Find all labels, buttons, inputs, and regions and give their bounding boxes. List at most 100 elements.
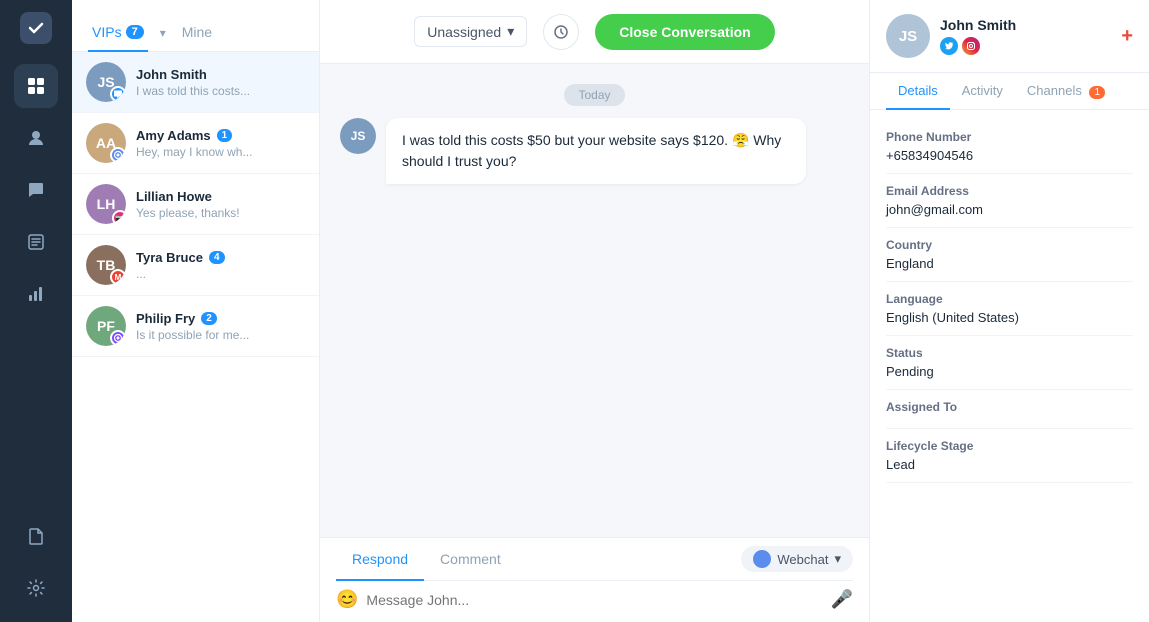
avatar-philip-fry: PF [86, 306, 126, 346]
conv-name: Lillian Howe [136, 189, 212, 204]
channels-badge: 1 [1089, 86, 1105, 99]
avatar-tyra-bruce: TB M [86, 245, 126, 285]
conv-info-philip: Philip Fry 2 Is it possible for me... [136, 311, 305, 342]
field-lifecycle-stage: Lifecycle Stage Lead [886, 429, 1133, 483]
contact-info: John Smith [940, 17, 1111, 55]
avatar-lillian-howe: LH 📷 [86, 184, 126, 224]
conv-info-lillian: Lillian Howe Yes please, thanks! [136, 189, 305, 220]
right-panel-header: JS John Smith + [870, 0, 1149, 73]
unassigned-chevron-icon: ▾ [507, 23, 514, 40]
conv-info-tyra: Tyra Bruce 4 ... [136, 250, 305, 281]
assigned-to-label: Assigned To [886, 400, 1133, 414]
webchat-chevron-icon: ▾ [834, 551, 841, 567]
left-navigation [0, 0, 72, 622]
lifecycle-stage-label: Lifecycle Stage [886, 439, 1133, 453]
conv-info-amy-adams: Amy Adams 1 Hey, may I know wh... [136, 128, 305, 159]
emoji-button[interactable]: 😊 [336, 589, 358, 610]
field-status: Status Pending [886, 336, 1133, 390]
conv-preview: Hey, may I know wh... [136, 145, 305, 159]
conv-item-philip-fry[interactable]: PF Philip Fry 2 Is it possible for me... [72, 296, 319, 357]
webchat-selector: Webchat ▾ [741, 538, 853, 580]
instagram-icon[interactable] [962, 37, 980, 55]
conversation-list-panel: VIPs 7 ▾ Mine JS John Smith I was told t… [72, 0, 320, 622]
right-panel-tabs: Details Activity Channels 1 [870, 73, 1149, 110]
unassigned-label: Unassigned [427, 24, 501, 40]
field-assigned-to: Assigned To [886, 390, 1133, 429]
message-input-row: 😊 🎤 [336, 581, 853, 622]
channel-badge-john [110, 86, 126, 102]
tab-respond[interactable]: Respond [336, 539, 424, 581]
unread-badge-philip: 2 [201, 312, 217, 325]
tab-mine-label: Mine [182, 24, 212, 40]
tab-mine[interactable]: Mine [178, 14, 216, 52]
conv-item-john-smith[interactable]: JS John Smith I was told this costs... [72, 52, 319, 113]
contact-social-icons [940, 37, 1111, 55]
field-country: Country England [886, 228, 1133, 282]
unread-badge-tyra: 4 [209, 251, 225, 264]
date-divider: Today [564, 84, 624, 106]
conv-item-tyra-bruce[interactable]: TB M Tyra Bruce 4 ... [72, 235, 319, 296]
message-row: JS I was told this costs $50 but your we… [340, 118, 849, 184]
close-conversation-button[interactable]: Close Conversation [595, 14, 774, 50]
message-bubble: I was told this costs $50 but your websi… [386, 118, 806, 184]
chat-header: Unassigned ▾ Close Conversation [320, 0, 869, 64]
message-input[interactable] [366, 592, 822, 608]
vips-badge: 7 [126, 25, 144, 39]
snooze-button[interactable] [543, 14, 579, 50]
conv-preview: ... [136, 267, 305, 281]
tab-comment[interactable]: Comment [424, 539, 517, 581]
conversation-header: VIPs 7 ▾ Mine [72, 0, 319, 52]
webchat-label: Webchat [777, 552, 828, 567]
contact-name: John Smith [940, 17, 1111, 33]
country-value: England [886, 256, 1133, 271]
field-phone: Phone Number +65834904546 [886, 120, 1133, 174]
email-value: john@gmail.com [886, 202, 1133, 217]
conversation-list: JS John Smith I was told this costs... A… [72, 52, 319, 622]
tab-vips-label: VIPs [92, 24, 122, 40]
nav-settings[interactable] [14, 566, 58, 610]
tab-channels[interactable]: Channels 1 [1015, 73, 1117, 110]
app-logo [20, 12, 52, 44]
chat-footer: Respond Comment Webchat ▾ 😊 🎤 [320, 537, 869, 622]
avatar-amy-adams: AA [86, 123, 126, 163]
conv-preview: Is it possible for me... [136, 328, 305, 342]
phone-label: Phone Number [886, 130, 1133, 144]
twitter-icon[interactable] [940, 37, 958, 55]
nav-analytics[interactable] [14, 272, 58, 316]
conv-name: Tyra Bruce [136, 250, 203, 265]
phone-value: +65834904546 [886, 148, 1133, 163]
channel-badge-lillian: 📷 [112, 210, 126, 224]
channel-badge-philip [110, 330, 126, 346]
channel-badge-amy [110, 147, 126, 163]
vips-chevron-icon[interactable]: ▾ [156, 22, 170, 44]
lifecycle-stage-value: Lead [886, 457, 1133, 472]
mic-button[interactable]: 🎤 [831, 589, 853, 610]
webchat-dropdown[interactable]: Webchat ▾ [741, 546, 853, 572]
webchat-icon [753, 550, 771, 568]
conv-item-lillian-howe[interactable]: LH 📷 Lillian Howe Yes please, thanks! [72, 174, 319, 235]
nav-reports[interactable] [14, 220, 58, 264]
conv-name: Amy Adams [136, 128, 211, 143]
unassigned-dropdown[interactable]: Unassigned ▾ [414, 16, 527, 47]
avatar-john-smith: JS [86, 62, 126, 102]
conv-info-john-smith: John Smith I was told this costs... [136, 67, 305, 98]
language-label: Language [886, 292, 1133, 306]
contact-details: Phone Number +65834904546 Email Address … [870, 110, 1149, 622]
tab-vips[interactable]: VIPs 7 [88, 14, 148, 52]
nav-dashboard[interactable] [14, 64, 58, 108]
chat-messages: Today JS I was told this costs $50 but y… [320, 64, 869, 537]
nav-documents[interactable] [14, 514, 58, 558]
email-label: Email Address [886, 184, 1133, 198]
sender-avatar: JS [340, 118, 376, 154]
tab-activity[interactable]: Activity [950, 73, 1015, 110]
nav-contacts[interactable] [14, 116, 58, 160]
chat-area: Unassigned ▾ Close Conversation Today JS… [320, 0, 869, 622]
nav-conversations[interactable] [14, 168, 58, 212]
tab-details[interactable]: Details [886, 73, 950, 110]
language-value: English (United States) [886, 310, 1133, 325]
unread-badge-amy: 1 [217, 129, 233, 142]
conv-item-amy-adams[interactable]: AA Amy Adams 1 Hey, may I know wh... [72, 113, 319, 174]
conv-name: Philip Fry [136, 311, 195, 326]
add-contact-button[interactable]: + [1121, 25, 1133, 48]
contact-avatar: JS [886, 14, 930, 58]
